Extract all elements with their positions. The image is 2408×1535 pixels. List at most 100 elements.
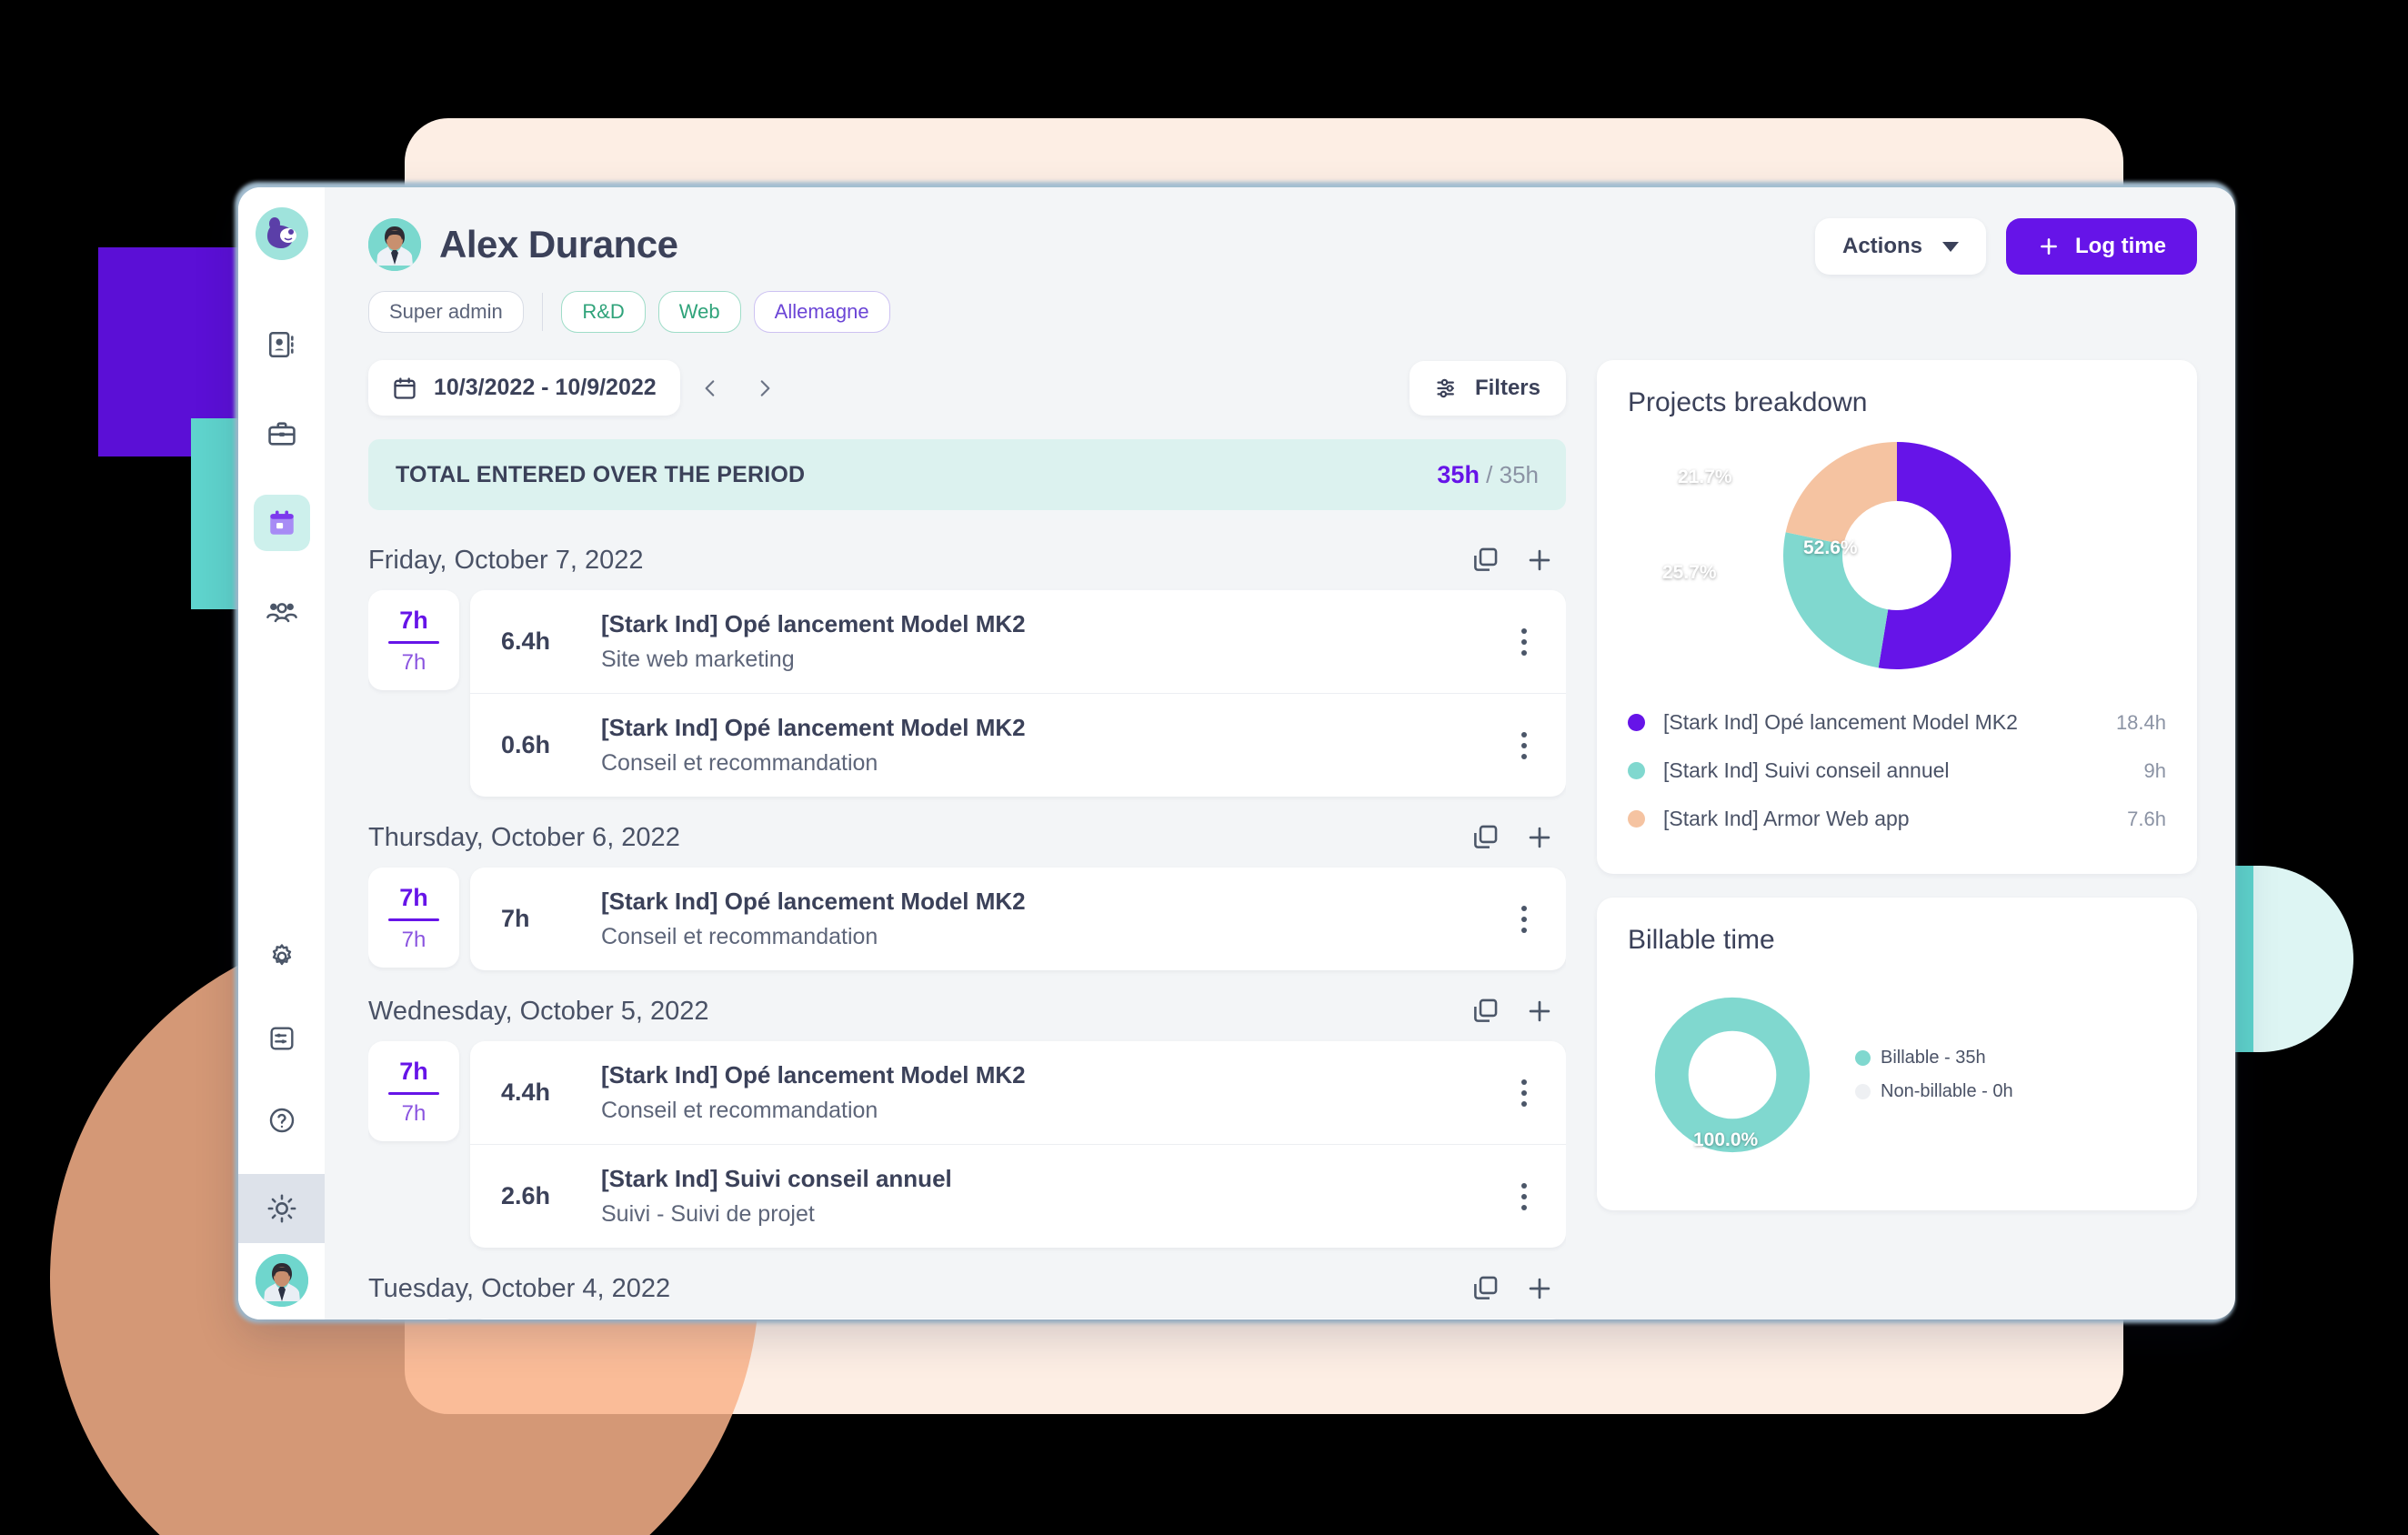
entry-menu-icon[interactable] — [1506, 905, 1542, 933]
entry-menu-icon[interactable] — [1506, 731, 1542, 759]
sliders-icon — [1435, 376, 1460, 401]
chevron-down-icon — [1942, 241, 1959, 252]
total-label: TOTAL ENTERED OVER THE PERIOD — [396, 461, 806, 487]
day-title: Thursday, October 6, 2022 — [368, 822, 680, 852]
billable-legend-item[interactable]: Non-billable - 0h — [1855, 1081, 2013, 1102]
entry-project: [Stark Ind] Opé lancement Model MK2 — [601, 714, 1026, 741]
chevron-right-icon[interactable] — [740, 364, 789, 413]
log-time-button[interactable]: Log time — [2006, 218, 2197, 275]
table-row[interactable]: 4.4h [Stark Ind] Opé lancement Model MK2 C… — [470, 1041, 1566, 1145]
total-value: 35h / 35h — [1437, 461, 1539, 489]
entry-menu-icon[interactable] — [1506, 1079, 1542, 1107]
question-circle-icon[interactable] — [254, 1092, 310, 1149]
legend-item[interactable]: [Stark Ind] Suivi conseil annuel 9h — [1628, 747, 2166, 795]
legend-color-dot — [1628, 762, 1645, 779]
entry-hours: 6.4h — [501, 627, 551, 655]
sidebar-bottom-group — [238, 928, 325, 1319]
tag-web[interactable]: Web — [657, 291, 741, 333]
entry-hours: 0.6h — [501, 731, 551, 758]
total-entered: 35h — [1437, 460, 1480, 488]
entry-list: 7h [Stark Ind] Opé lancement Model MK2 Con… — [470, 868, 1566, 970]
tag-country[interactable]: Allemagne — [753, 291, 890, 333]
projects-breakdown-title: Projects breakdown — [1628, 387, 1868, 417]
sliders-square-icon[interactable] — [254, 1010, 310, 1067]
entry-details: [Stark Ind] Opé lancement Model MK2 Site … — [601, 610, 1506, 673]
day-total-target: 7h — [401, 650, 426, 675]
sidebar — [238, 187, 325, 1319]
table-row[interactable]: 0.6h [Stark Ind] Opé lancement Model MK2 C… — [470, 694, 1566, 797]
entry-details: [Stark Ind] Opé lancement Model MK2 Conse… — [601, 714, 1506, 777]
entry-details: [Stark Ind] Opé lancement Model MK2 Conse… — [601, 1061, 1506, 1124]
entry-menu-icon[interactable] — [1506, 1182, 1542, 1210]
billable-donut-chart[interactable]: 100.0% — [1628, 970, 1837, 1179]
tag-divider — [541, 293, 544, 331]
avatar[interactable] — [255, 1254, 308, 1307]
plus-icon[interactable] — [1524, 545, 1555, 576]
canvas: Alex Durance Super admin R&D Web Allemag… — [0, 0, 2408, 1535]
legend-item[interactable]: [Stark Ind] Armor Web app 7.6h — [1628, 795, 2166, 843]
page-title: Alex Durance — [439, 223, 678, 266]
entry-hours: 7h — [501, 905, 530, 932]
entry-list: 4.4h [Stark Ind] Opé lancement Model MK2 C… — [470, 1041, 1566, 1248]
day-row: 7h 7h 7h [Stark Ind] Opé lancement Model MK… — [368, 868, 1566, 970]
legend-label: [Stark Ind] Armor Web app — [1663, 807, 1910, 830]
billable-body: 100.0% Billable - 35h Non-billable - 0h — [1628, 956, 2166, 1179]
entry-details: [Stark Ind] Opé lancement Model MK2 Conse… — [601, 888, 1506, 950]
duplicate-icon[interactable] — [1470, 822, 1500, 853]
plus-icon[interactable] — [1524, 996, 1555, 1027]
sidebar-item-projects[interactable] — [254, 406, 310, 462]
duplicate-icon[interactable] — [1470, 545, 1500, 576]
day-header: Wednesday, October 5, 2022 — [368, 970, 1566, 1041]
day-header: Tuesday, October 4, 2022 — [368, 1248, 1566, 1319]
duplicate-icon[interactable] — [1470, 1273, 1500, 1304]
entry-task: Suivi - Suivi de projet — [601, 1201, 815, 1227]
projects-breakdown-card: Projects breakdown 52.6% 25.7% 21.7% [St… — [1597, 360, 2197, 874]
legend-color-dot — [1628, 714, 1645, 731]
actions-button[interactable]: Actions — [1814, 218, 1986, 275]
profile-header: Alex Durance Super admin R&D Web Allemag… — [368, 218, 890, 333]
entry-menu-icon[interactable] — [1506, 627, 1542, 656]
table-row[interactable]: 6.4h [Stark Ind] Opé lancement Model MK2 S… — [470, 590, 1566, 694]
table-row[interactable]: 7h [Stark Ind] Opé lancement Model MK2 Con… — [470, 868, 1566, 970]
entry-project: [Stark Ind] Opé lancement Model MK2 — [601, 610, 1026, 637]
insights-column: Projects breakdown 52.6% 25.7% 21.7% [St… — [1597, 360, 2197, 1319]
gear-icon[interactable] — [254, 928, 310, 985]
entry-project: [Stark Ind] Opé lancement Model MK2 — [601, 1061, 1026, 1089]
duplicate-icon[interactable] — [1470, 996, 1500, 1027]
day-total-rule — [388, 1092, 439, 1095]
total-target: 35h — [1499, 460, 1539, 488]
day-total-rule — [388, 918, 439, 921]
day-total-rule — [388, 641, 439, 644]
projects-donut-chart[interactable]: 52.6% 25.7% 21.7% — [1628, 418, 2166, 686]
legend-item[interactable]: [Stark Ind] Opé lancement Model MK2 18.4h — [1628, 698, 2166, 747]
app-window: Alex Durance Super admin R&D Web Allemag… — [238, 187, 2235, 1319]
entry-project: [Stark Ind] Suivi conseil annuel — [601, 1165, 952, 1192]
day-tools — [1470, 822, 1555, 853]
tag-rd[interactable]: R&D — [561, 291, 646, 333]
table-row[interactable]: 2.6h [Stark Ind] Suivi conseil annuel Suiv… — [470, 1145, 1566, 1248]
day-tools — [1470, 545, 1555, 576]
plus-icon[interactable] — [1524, 822, 1555, 853]
sidebar-item-team[interactable] — [254, 584, 310, 640]
day-total-target: 7h — [401, 1101, 426, 1126]
bear-logo-icon[interactable] — [255, 207, 308, 260]
date-range-picker[interactable]: 10/3/2022 - 10/9/2022 — [368, 360, 680, 416]
filters-button[interactable]: Filters — [1409, 360, 1566, 416]
sidebar-item-time-tracking[interactable] — [253, 495, 310, 551]
sun-icon[interactable] — [238, 1174, 325, 1243]
day-row: 7h 7h 4.4h [Stark Ind] Opé lancement Model … — [368, 1041, 1566, 1248]
day-tools — [1470, 996, 1555, 1027]
date-navigation: 10/3/2022 - 10/9/2022 — [368, 360, 789, 416]
day-tools — [1470, 1273, 1555, 1304]
plus-icon[interactable] — [1524, 1273, 1555, 1304]
day-groups: Friday, October 7, 2022 7h 7h 6.4h [Stark In… — [368, 519, 1566, 1319]
tag-role[interactable]: Super admin — [368, 291, 524, 333]
chevron-left-icon[interactable] — [686, 364, 735, 413]
day-title: Wednesday, October 5, 2022 — [368, 996, 709, 1026]
day-total-badge: 7h 7h — [368, 868, 459, 968]
legend-color-dot — [1855, 1084, 1871, 1099]
billable-legend-item[interactable]: Billable - 35h — [1855, 1048, 2013, 1068]
header-actions: Actions Log time — [1814, 218, 2197, 275]
sidebar-item-contacts[interactable] — [254, 316, 310, 373]
timesheet-column: 10/3/2022 - 10/9/2022 Filters TOTAL ENTE… — [368, 360, 1566, 1319]
